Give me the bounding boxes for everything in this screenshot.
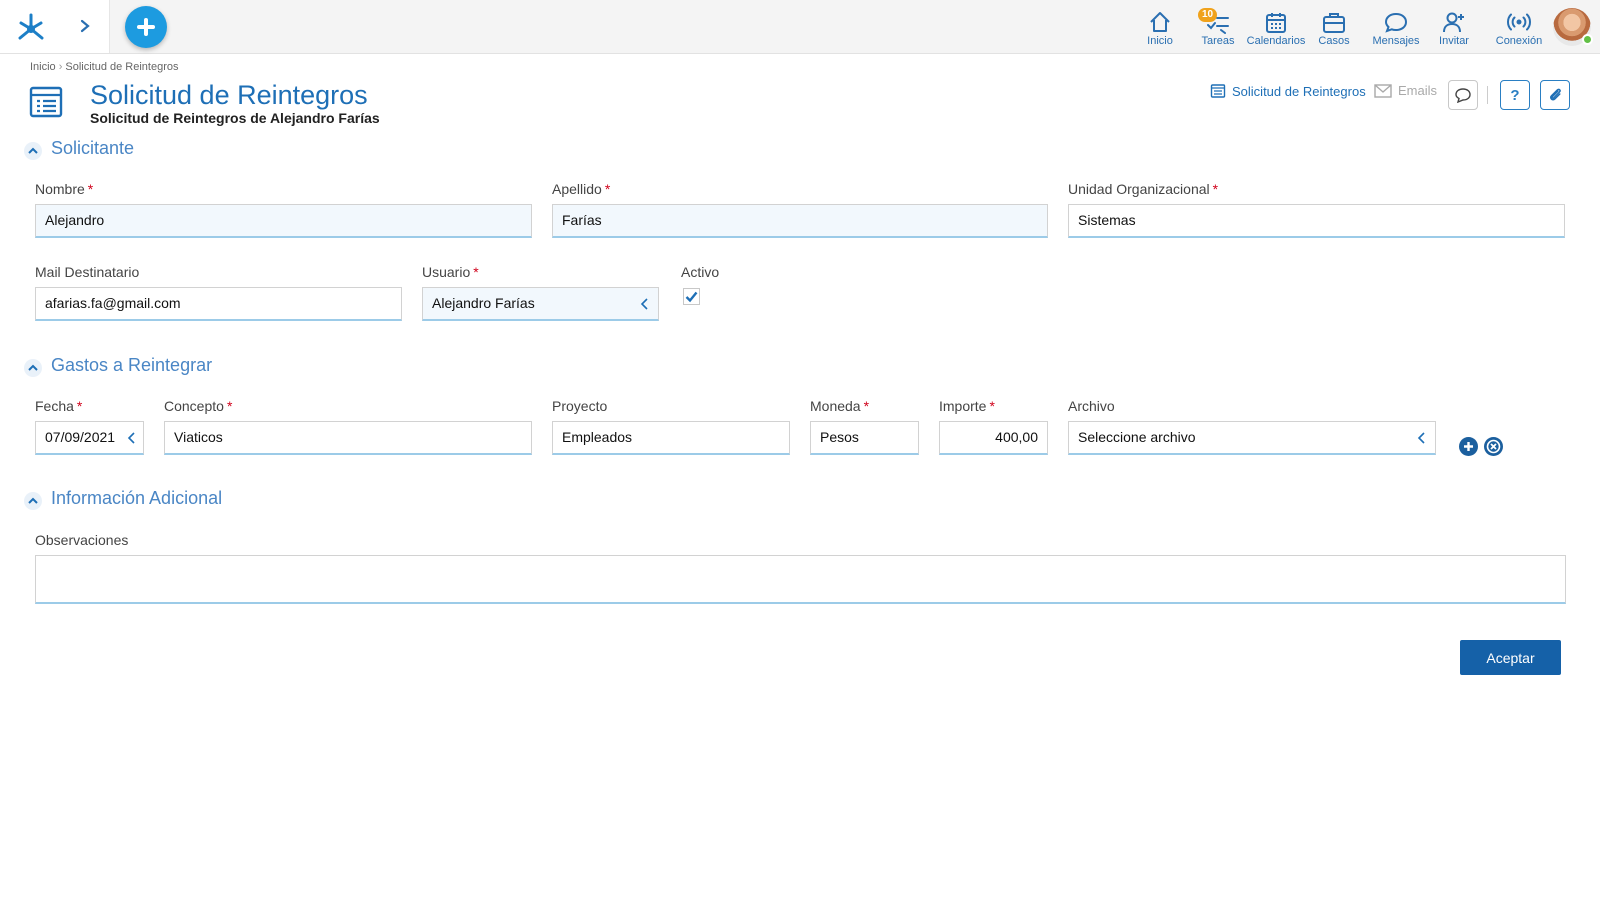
invite-icon [1443,12,1464,33]
observaciones-label: Observaciones [35,532,129,548]
moneda-label: Moneda * [810,398,870,414]
file-chevron-icon[interactable] [1416,431,1428,445]
section-divider [24,368,1576,369]
unidad-field[interactable]: Sistemas [1068,204,1565,238]
nombre-field[interactable]: Alejandro [35,204,532,238]
fecha-field[interactable]: 07/09/2021 [35,421,144,455]
form-icon [29,86,63,118]
section-solicitante: Solicitante [24,138,1576,162]
mail-label: Mail Destinatario [35,264,140,280]
top-bar: Inicio 10 Tareas Calendarios Casos Mensa… [0,0,1600,54]
online-status-dot [1582,34,1593,45]
mail-field[interactable]: afarias.fa@gmail.com [35,287,402,321]
nav-casos[interactable]: Casos [1299,8,1369,48]
form-small-icon [1210,84,1226,98]
chat-icon [1384,12,1408,33]
help-button[interactable]: ? [1500,80,1530,110]
comments-button[interactable] [1448,80,1478,110]
unidad-label: Unidad Organizacional * [1068,181,1219,197]
usuario-lookup[interactable]: Alejandro Farías [422,287,659,321]
plus-icon [1464,442,1473,451]
usuario-label: Usuario * [422,264,479,280]
breadcrumb: Inicio › Solicitud de Reintegros [30,61,178,73]
checkmark-icon [685,291,698,303]
apellido-label: Apellido * [552,181,611,197]
page-subtitle: Solicitud de Reintegros de Alejandro Far… [90,110,380,126]
observaciones-textarea[interactable] [35,555,1566,604]
emails-link-label: Emails [1398,83,1438,98]
fecha-value: 07/09/2021 [45,429,116,445]
importe-field[interactable]: 400,00 [939,421,1048,455]
nav-label: Invitar [1439,35,1469,47]
apellido-field[interactable]: Farías [552,204,1048,238]
usuario-value: Alejandro Farías [432,295,535,311]
envelope-icon [1374,83,1392,98]
moneda-field[interactable]: Pesos [810,421,919,455]
home-icon [1150,12,1170,32]
emails-link[interactable]: Emails [1374,83,1437,98]
nav-invitar[interactable]: Invitar [1419,8,1489,48]
nav-label: Conexión [1495,35,1543,47]
paperclip-icon [1550,88,1561,101]
calendar-icon [1266,13,1286,33]
fecha-label: Fecha * [35,398,83,414]
breadcrumb-home-link[interactable]: Inicio [30,61,56,73]
nav-label: Casos [1318,35,1350,47]
activo-checkbox[interactable] [683,288,700,305]
section-divider [24,151,1576,152]
app-logo-icon[interactable] [14,11,48,41]
archivo-label: Archivo [1068,398,1115,414]
proyecto-field[interactable]: Empleados [552,421,790,455]
archivo-value: Seleccione archivo [1078,429,1196,445]
delete-row-button[interactable] [1484,437,1503,456]
section-informacion-adicional: Información Adicional [24,488,1576,512]
lookup-chevron-icon[interactable] [639,297,651,311]
proyecto-label: Proyecto [552,398,608,414]
concepto-label: Concepto * [164,398,233,414]
briefcase-icon [1323,13,1345,33]
add-row-button[interactable] [1459,437,1478,456]
accept-button[interactable]: Aceptar [1460,640,1561,675]
logo-area [0,0,110,53]
close-circle-icon [1486,439,1501,454]
help-icon: ? [1510,86,1520,104]
concepto-field[interactable]: Viaticos [164,421,532,455]
attachments-button[interactable] [1540,80,1570,110]
activo-label: Activo [681,264,720,280]
archivo-field[interactable]: Seleccione archivo [1068,421,1436,455]
section-title: Gastos a Reintegrar [51,355,223,376]
collapse-chevron-icon[interactable] [24,359,42,377]
add-new-button[interactable] [125,6,167,48]
form-link-label: Solicitud de Reintegros [1232,83,1366,99]
nombre-label: Nombre * [35,181,94,197]
page-title: Solicitud de Reintegros [90,80,368,110]
comment-icon [1455,88,1471,103]
breadcrumb-current: Solicitud de Reintegros [65,61,179,73]
section-title: Solicitante [51,138,145,159]
expand-menu-chevron-icon[interactable] [76,16,94,36]
tasks-count-badge: 10 [1198,8,1218,22]
signal-icon [1507,13,1531,31]
header-divider [1487,86,1488,104]
importe-label: Importe * [939,398,995,414]
collapse-chevron-icon[interactable] [24,492,42,510]
section-gastos: Gastos a Reintegrar [24,355,1576,379]
breadcrumb-separator: › [58,61,63,73]
form-link[interactable]: Solicitud de Reintegros [1210,83,1366,99]
nav-conexion[interactable]: Conexión [1484,8,1554,48]
section-title: Información Adicional [51,488,233,509]
date-chevron-icon[interactable] [126,431,138,445]
collapse-chevron-icon[interactable] [24,142,42,160]
section-divider [24,501,1576,502]
